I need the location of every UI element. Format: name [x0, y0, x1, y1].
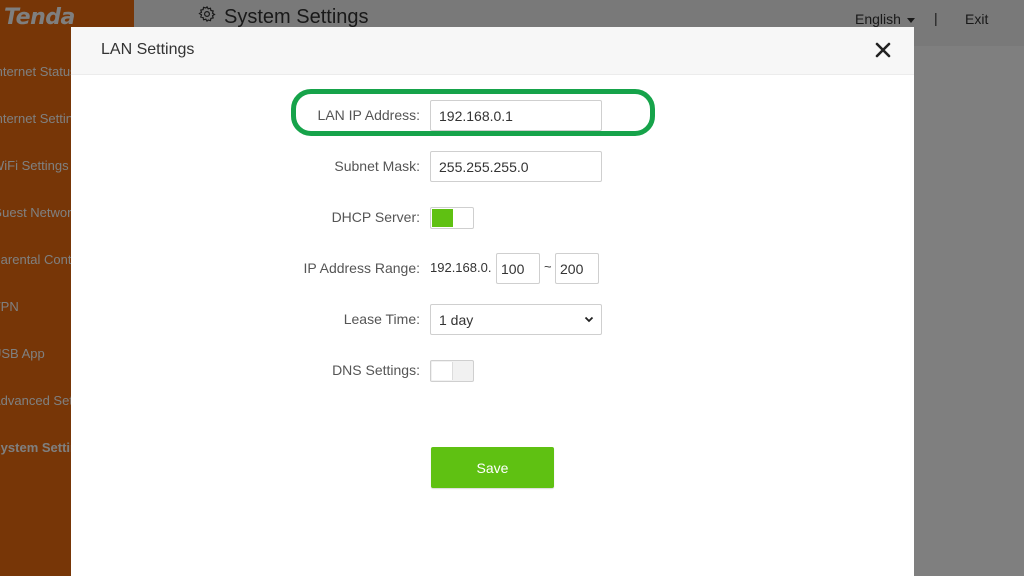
close-button[interactable]: [874, 41, 892, 59]
dhcp-server-row: DHCP Server:: [71, 202, 914, 234]
lease-time-select-wrapper: 1 day: [430, 304, 602, 335]
subnet-mask-input[interactable]: [430, 151, 602, 182]
lan-ip-input[interactable]: [430, 100, 602, 131]
dhcp-server-label: DHCP Server:: [331, 209, 420, 225]
subnet-mask-label: Subnet Mask:: [334, 158, 420, 174]
save-button[interactable]: Save: [431, 447, 554, 488]
ip-range-label: IP Address Range:: [303, 260, 420, 276]
close-icon: [875, 42, 891, 58]
ip-range-row: IP Address Range: 192.168.0. ~: [71, 253, 914, 285]
dialog-title: LAN Settings: [101, 41, 195, 58]
ip-range-end-input[interactable]: [555, 253, 599, 284]
dns-settings-label: DNS Settings:: [332, 362, 420, 378]
ip-range-prefix: 192.168.0.: [430, 260, 492, 275]
lan-settings-dialog: LAN Settings LAN IP Address: Subnet Mask…: [71, 27, 914, 576]
dhcp-server-toggle[interactable]: [430, 207, 474, 229]
lease-time-label: Lease Time:: [343, 311, 420, 327]
dialog-header: LAN Settings: [71, 27, 914, 75]
lan-ip-row: LAN IP Address:: [71, 100, 914, 132]
lan-ip-label: LAN IP Address:: [317, 107, 420, 123]
dns-settings-toggle[interactable]: [430, 360, 474, 382]
toggle-off-indicator: [432, 362, 453, 380]
lease-time-select[interactable]: 1 day: [430, 304, 602, 335]
ip-range-start-input[interactable]: [496, 253, 540, 284]
dns-settings-row: DNS Settings:: [71, 355, 914, 387]
subnet-mask-row: Subnet Mask:: [71, 151, 914, 183]
lease-time-row: Lease Time: 1 day: [71, 304, 914, 336]
ip-range-separator: ~: [544, 259, 552, 274]
toggle-on-indicator: [432, 209, 453, 227]
